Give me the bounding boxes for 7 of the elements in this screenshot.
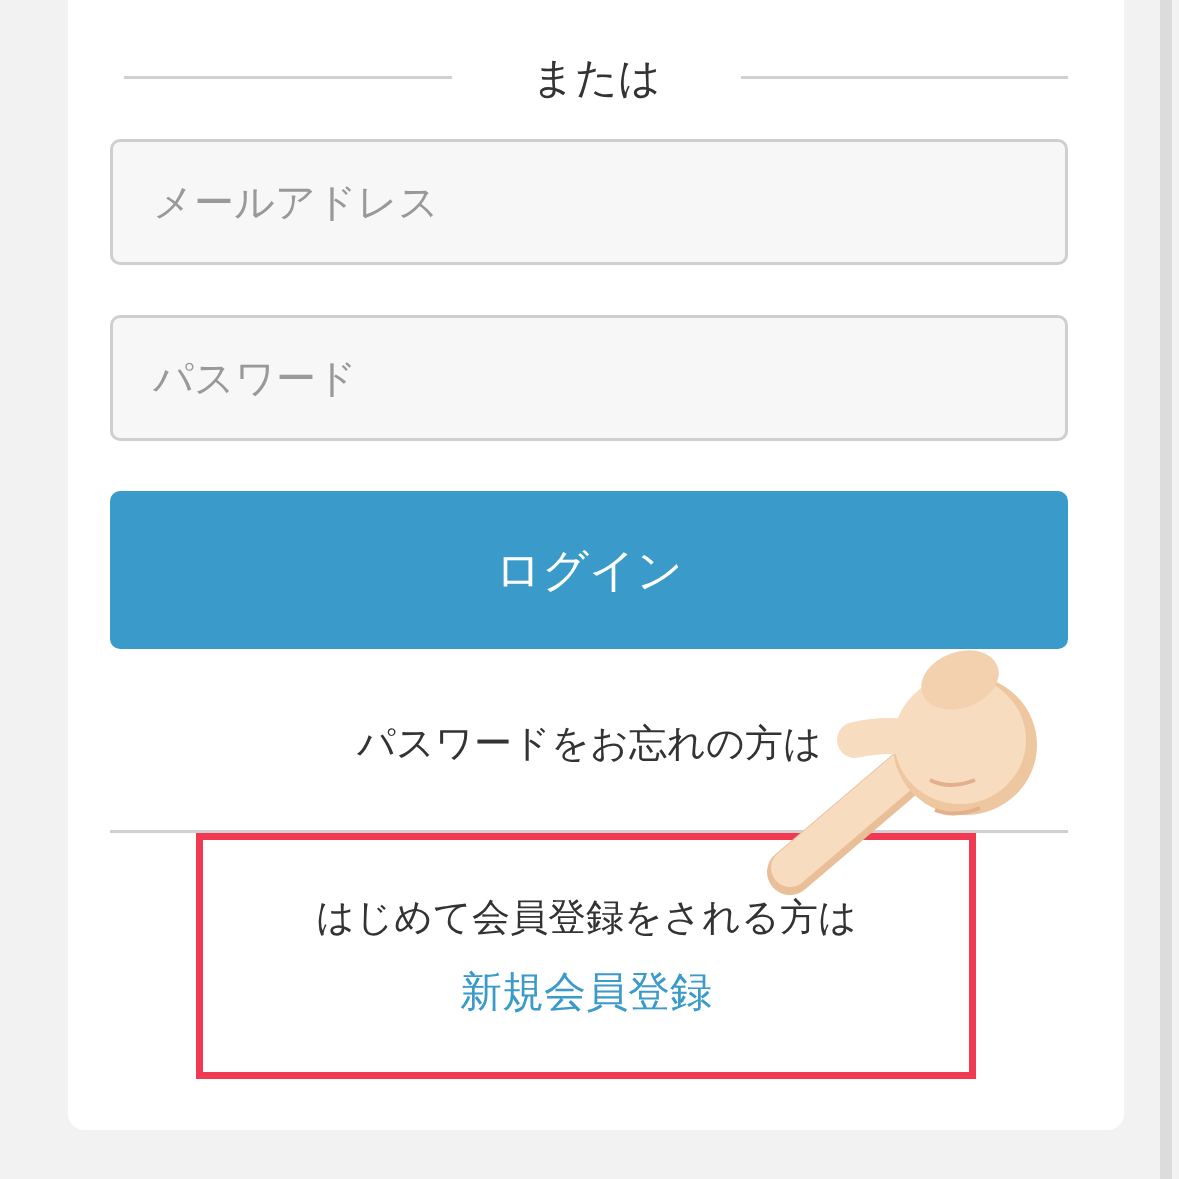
register-link[interactable]: 新規会員登録	[460, 960, 712, 1023]
register-prompt: はじめて会員登録をされる方は	[315, 894, 857, 941]
forgot-password-text: パスワードをお忘れの方は	[356, 721, 822, 765]
email-field[interactable]: メールアドレス	[110, 139, 1068, 265]
password-field[interactable]: パスワード	[110, 315, 1068, 441]
login-button[interactable]: ログイン	[110, 491, 1068, 649]
divider-label: または	[531, 52, 661, 104]
